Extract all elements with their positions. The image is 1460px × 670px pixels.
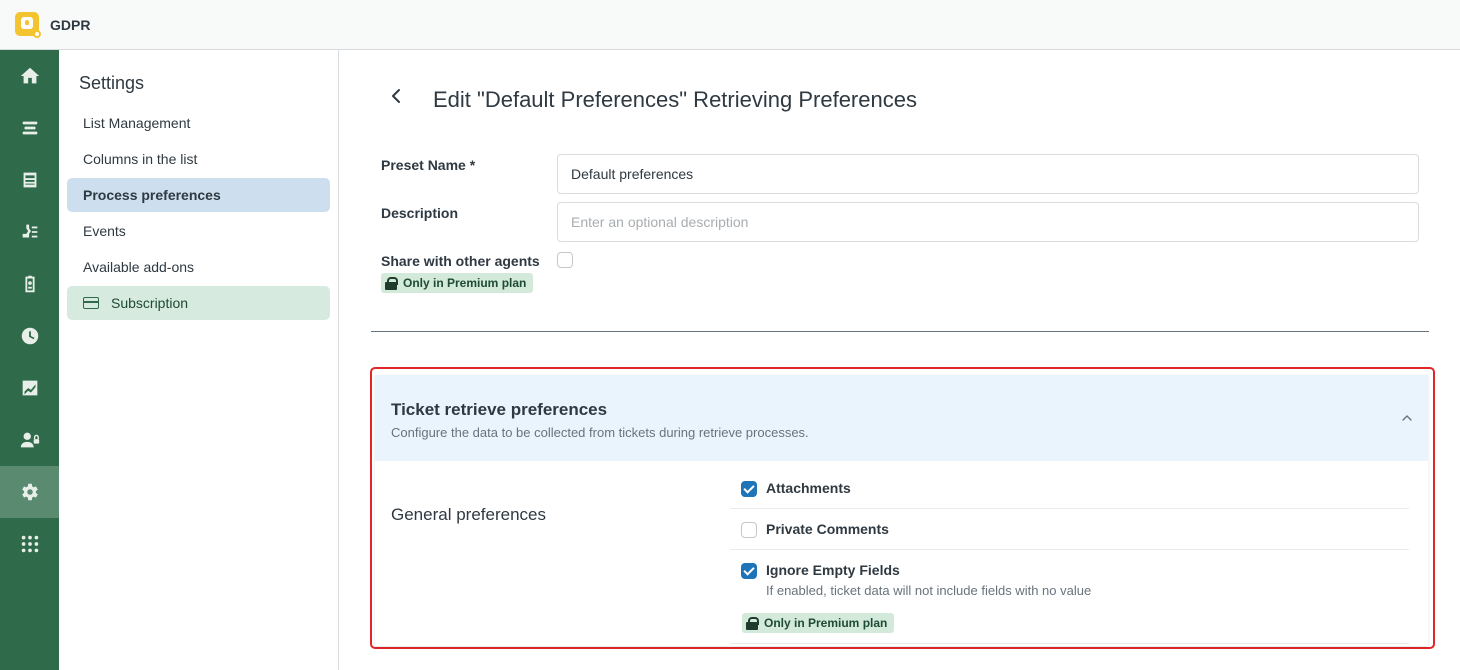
private-comments-checkbox[interactable] — [741, 522, 757, 538]
premium-badge: Only in Premium plan — [381, 273, 534, 293]
general-preferences-label: General preferences — [391, 505, 546, 524]
top-bar: GDPR — [0, 0, 1460, 50]
sidebar-item-columns[interactable]: Columns in the list — [67, 142, 330, 176]
option-hint: If enabled, ticket data will not include… — [766, 583, 1092, 598]
rail-reports[interactable] — [0, 362, 59, 414]
preset-name-input[interactable] — [557, 154, 1419, 194]
share-checkbox[interactable] — [557, 252, 573, 268]
sidebar-item-process-preferences[interactable]: Process preferences — [67, 178, 330, 212]
ignore-empty-fields-checkbox[interactable] — [741, 563, 757, 579]
premium-badge: Only in Premium plan — [742, 613, 895, 633]
preset-name-label: Preset Name * — [381, 157, 476, 173]
credit-card-icon — [83, 297, 99, 309]
ticket-retrieve-section: Ticket retrieve preferences Configure th… — [375, 375, 1428, 646]
lock-icon — [385, 276, 398, 290]
apps-grid-icon — [21, 535, 38, 553]
chart-icon — [22, 380, 37, 396]
rail-inbox[interactable] — [0, 154, 59, 206]
sidebar-item-label: Events — [83, 223, 126, 239]
rail-apps[interactable] — [0, 518, 59, 570]
rail-clipboard[interactable] — [0, 258, 59, 310]
attachments-checkbox[interactable] — [741, 481, 757, 497]
app-title: GDPR — [50, 17, 91, 33]
option-label: Attachments — [766, 480, 851, 496]
settings-sidebar: Settings List Management Columns in the … — [59, 50, 339, 670]
sidebar-title: Settings — [79, 73, 145, 93]
gdpr-logo-icon — [15, 12, 41, 38]
share-label: Share with other agents — [381, 253, 540, 269]
chevron-left-icon — [392, 89, 400, 103]
section-subtitle: Configure the data to be collected from … — [391, 425, 809, 440]
rail-home[interactable] — [0, 50, 59, 102]
list-icon — [22, 121, 37, 135]
clock-icon — [21, 327, 38, 345]
sidebar-item-list-management[interactable]: List Management — [67, 106, 330, 140]
sidebar-item-label: List Management — [83, 115, 191, 131]
sidebar-item-subscription[interactable]: Subscription — [67, 286, 330, 320]
premium-badge-label: Only in Premium plan — [764, 616, 888, 630]
sidebar-item-label: Available add-ons — [83, 259, 195, 275]
main-content: Edit "Default Preferences" Retrieving Pr… — [340, 50, 1460, 670]
rail-settings[interactable] — [0, 466, 59, 518]
description-label: Description — [381, 205, 459, 221]
sidebar-item-addons[interactable]: Available add-ons — [67, 250, 330, 284]
home-icon — [20, 67, 39, 84]
app-rail — [0, 50, 59, 670]
inbox-icon — [23, 172, 36, 188]
sidebar-item-events[interactable]: Events — [67, 214, 330, 248]
divider — [371, 331, 1429, 332]
rail-agents[interactable] — [0, 414, 59, 466]
rail-history[interactable] — [0, 310, 59, 362]
section-title: Ticket retrieve preferences — [391, 400, 608, 419]
sidebar-item-label: Process preferences — [83, 187, 221, 203]
sidebar-item-label: Subscription — [111, 295, 189, 311]
user-data-icon — [22, 224, 37, 238]
premium-badge-label: Only in Premium plan — [403, 276, 527, 290]
chevron-up-icon[interactable] — [1400, 411, 1414, 425]
rail-list[interactable] — [0, 102, 59, 154]
section-header[interactable]: Ticket retrieve preferences Configure th… — [375, 375, 1428, 461]
gear-icon — [21, 483, 38, 501]
clipboard-icon — [24, 275, 35, 293]
user-lock-icon — [20, 432, 39, 448]
back-button[interactable] — [388, 87, 408, 109]
option-ignore-empty-fields: Ignore Empty Fields If enabled, ticket d… — [730, 550, 1409, 644]
description-input[interactable] — [557, 202, 1419, 242]
option-label: Private Comments — [766, 521, 889, 537]
rail-user-data[interactable] — [0, 206, 59, 258]
option-label: Ignore Empty Fields — [766, 562, 900, 578]
page-title: Edit "Default Preferences" Retrieving Pr… — [433, 87, 917, 112]
lock-icon — [746, 616, 759, 630]
option-private-comments: Private Comments — [730, 509, 1409, 550]
option-attachments: Attachments — [730, 465, 1409, 509]
sidebar-item-label: Columns in the list — [83, 151, 198, 167]
